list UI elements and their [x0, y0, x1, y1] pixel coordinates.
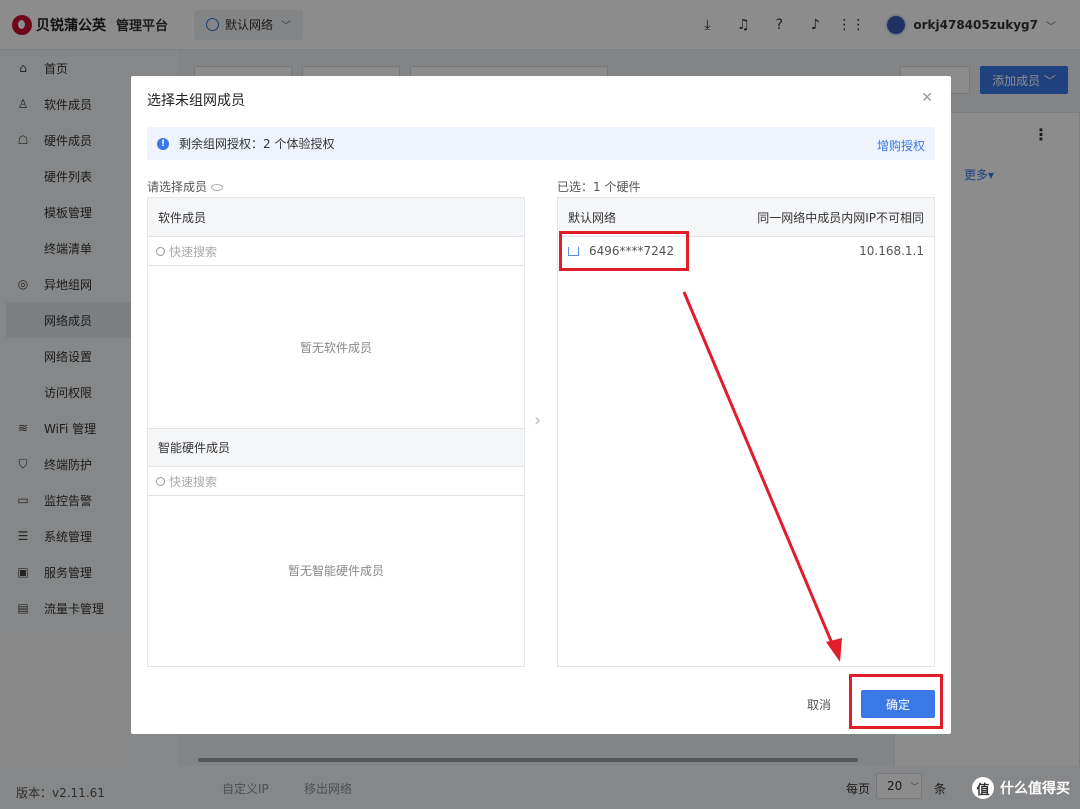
- license-notice-text: 剩余组网授权：2 个体验授权: [179, 137, 335, 151]
- buy-license-link[interactable]: 增购授权: [877, 137, 925, 154]
- license-notice: ! 剩余组网授权：2 个体验授权 增购授权: [147, 127, 935, 160]
- software-search-input[interactable]: 快速搜索: [148, 237, 524, 266]
- software-members-header: 软件成员: [148, 198, 524, 237]
- watermark-logo: 值: [972, 777, 994, 799]
- software-empty-state: 暂无软件成员: [299, 340, 372, 355]
- select-members-text: 请选择成员: [147, 180, 208, 194]
- dialog-title: 选择未组网成员: [147, 93, 245, 109]
- annotation-highlight-member: [559, 231, 689, 271]
- search-placeholder: 快速搜索: [169, 474, 218, 489]
- close-icon[interactable]: ✕: [921, 90, 933, 106]
- search-placeholder: 快速搜索: [169, 244, 218, 259]
- hardware-empty-state: 暂无智能硬件成员: [287, 563, 384, 578]
- ip-conflict-hint: 同一网络中成员内网IP不可相同: [757, 210, 924, 225]
- hardware-search-input[interactable]: 快速搜索: [148, 467, 524, 496]
- member-source-panel: 软件成员 快速搜索 暂无软件成员 智能硬件成员 快速搜索 暂无智能硬件成员: [147, 197, 525, 667]
- select-members-dialog: 选择未组网成员 ✕ ! 剩余组网授权：2 个体验授权 增购授权 请选择成员 已选…: [131, 76, 951, 734]
- watermark: 值 什么值得买: [972, 777, 1070, 799]
- selected-network-name: 默认网络: [568, 210, 617, 225]
- eye-icon[interactable]: [211, 184, 224, 191]
- info-icon: !: [157, 137, 169, 150]
- search-icon: [156, 476, 165, 486]
- select-members-label: 请选择成员: [147, 178, 224, 195]
- search-icon: [156, 246, 165, 256]
- watermark-text: 什么值得买: [1000, 781, 1070, 797]
- cancel-button[interactable]: 取消: [807, 696, 831, 713]
- member-ip: 10.168.1.1: [859, 244, 924, 258]
- annotation-highlight-confirm: [849, 674, 943, 729]
- selected-count-label: 已选：1 个硬件: [557, 180, 641, 194]
- hardware-members-header: 智能硬件成员: [148, 428, 524, 467]
- chevron-right-icon[interactable]: ›: [534, 410, 541, 431]
